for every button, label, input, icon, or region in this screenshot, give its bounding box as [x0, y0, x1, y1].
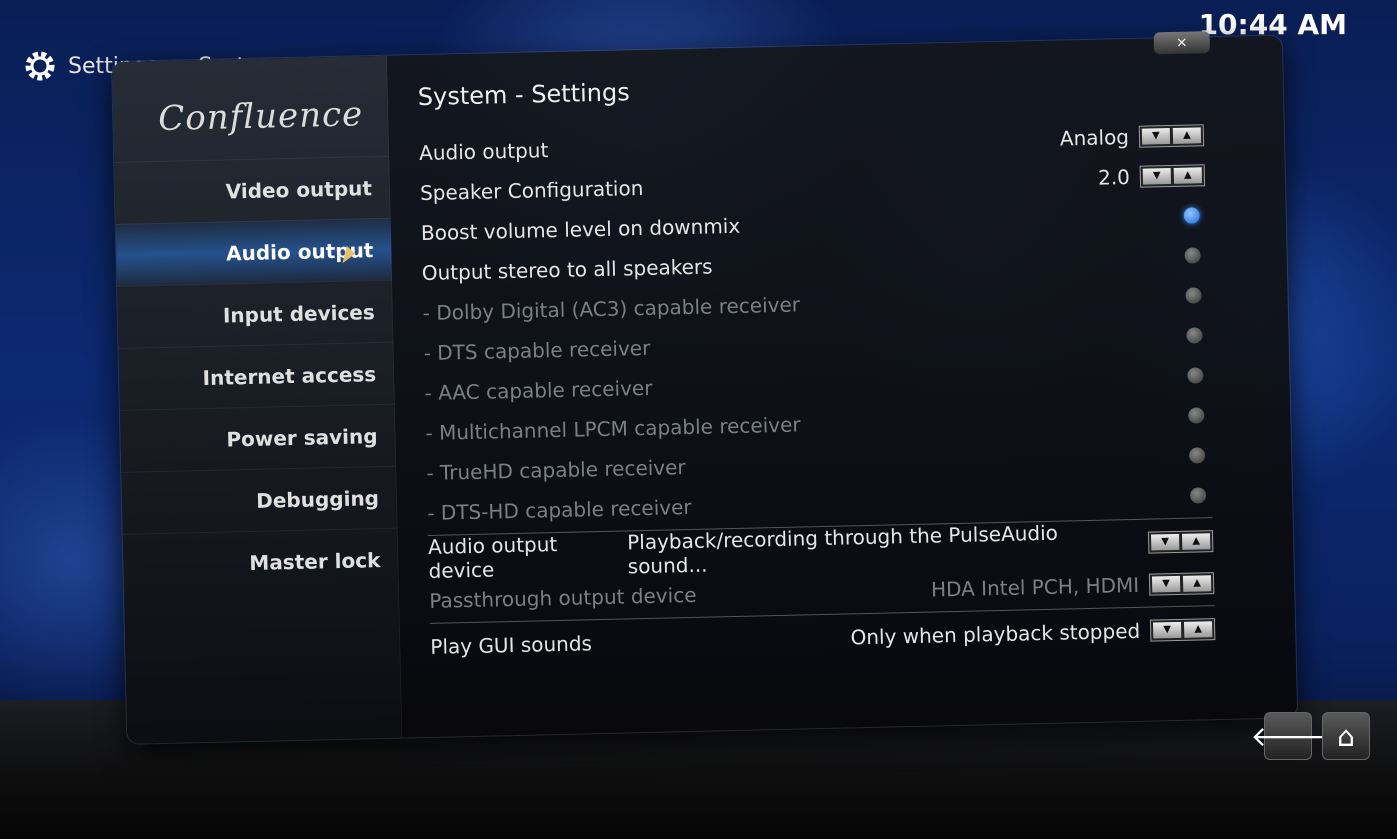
spin-up-button[interactable]: ▲	[1181, 533, 1211, 550]
gear-icon	[25, 51, 55, 81]
sidebar: Confluence Video output Audio output Inp…	[112, 55, 403, 744]
sidebar-item-label: Master lock	[249, 547, 381, 575]
spin-up-button[interactable]: ▲	[1183, 621, 1213, 638]
spin-up-button: ▲	[1182, 575, 1212, 592]
setting-label: Speaker Configuration	[419, 175, 644, 206]
sidebar-item-video-output[interactable]: Video output	[114, 155, 391, 224]
toggle-radio-off	[1189, 487, 1207, 504]
sidebar-item-label: Video output	[225, 175, 373, 203]
toggle-radio-on[interactable]	[1183, 207, 1200, 224]
setting-label: Passthrough output device	[429, 582, 697, 613]
setting-label: - Multichannel LPCM capable receiver	[425, 412, 801, 445]
setting-label: - TrueHD capable receiver	[426, 455, 686, 485]
home-icon: ⌂	[1337, 719, 1355, 753]
close-button[interactable]: ×	[1153, 31, 1211, 55]
sidebar-item-master-lock[interactable]: Master lock	[122, 527, 400, 596]
spin-down-button[interactable]: ▼	[1142, 168, 1172, 185]
setting-value: Only when playback stopped	[850, 618, 1141, 650]
setting-label: - Dolby Digital (AC3) capable receiver	[422, 292, 801, 326]
sidebar-item-power-saving[interactable]: Power saving	[119, 403, 397, 472]
setting-label: Audio output	[418, 138, 549, 166]
spin-down-button: ▼	[1151, 575, 1181, 593]
spin-control: ▼ ▲	[1148, 572, 1215, 596]
back-button[interactable]: 🡐	[1250, 712, 1326, 760]
confluence-logo: Confluence	[157, 94, 364, 139]
sidebar-item-internet-access[interactable]: Internet access	[118, 341, 395, 410]
setting-label: - AAC capable receiver	[424, 375, 653, 405]
spin-up-button[interactable]: ▲	[1173, 167, 1203, 184]
sidebar-item-label: Debugging	[255, 485, 380, 513]
toggle-radio-off	[1188, 407, 1205, 424]
setting-label: Boost volume level on downmix	[420, 213, 741, 246]
settings-panel: Confluence Video output Audio output Inp…	[112, 31, 1298, 744]
sidebar-item-audio-output[interactable]: Audio output	[115, 217, 393, 286]
sidebar-item-label: Power saving	[226, 423, 378, 451]
spin-control: ▼ ▲	[1147, 530, 1214, 554]
setting-value: 2.0	[1097, 164, 1131, 190]
back-arrow-icon: 🡐	[1250, 720, 1326, 753]
toggle-radio-off	[1185, 287, 1202, 304]
setting-label: - DTS capable receiver	[423, 335, 651, 366]
sidebar-item-debugging[interactable]: Debugging	[121, 465, 398, 534]
sidebar-item-input-devices[interactable]: Input devices	[117, 279, 394, 348]
setting-value: Analog	[1059, 124, 1130, 151]
home-button[interactable]: ⌂	[1322, 712, 1370, 760]
setting-label: Output stereo to all speakers	[421, 254, 713, 286]
spin-control: ▼ ▲	[1139, 164, 1206, 188]
page-title: System - Settings	[417, 78, 630, 112]
spin-control: ▼ ▲	[1138, 124, 1205, 148]
setting-label: Audio output device	[427, 532, 558, 583]
toggle-radio-off	[1187, 367, 1204, 384]
spin-up-button[interactable]: ▲	[1172, 127, 1202, 144]
spin-down-button[interactable]: ▼	[1150, 533, 1180, 551]
toggle-radio-off	[1189, 447, 1206, 464]
settings-content: System - Settings × Audio output Analog …	[417, 31, 1297, 736]
setting-label: Play GUI sounds	[430, 631, 593, 659]
sidebar-item-label: Internet access	[202, 361, 377, 390]
sidebar-item-label: Input devices	[222, 299, 376, 328]
toggle-radio-off[interactable]	[1184, 247, 1201, 264]
setting-value: HDA Intel PCH, HDMI	[930, 572, 1140, 602]
spin-down-button[interactable]: ▼	[1152, 621, 1182, 639]
spin-down-button[interactable]: ▼	[1141, 128, 1171, 145]
spin-control: ▼ ▲	[1149, 618, 1216, 642]
toggle-radio-off	[1186, 327, 1203, 344]
setting-label: - DTS-HD capable receiver	[427, 494, 692, 525]
